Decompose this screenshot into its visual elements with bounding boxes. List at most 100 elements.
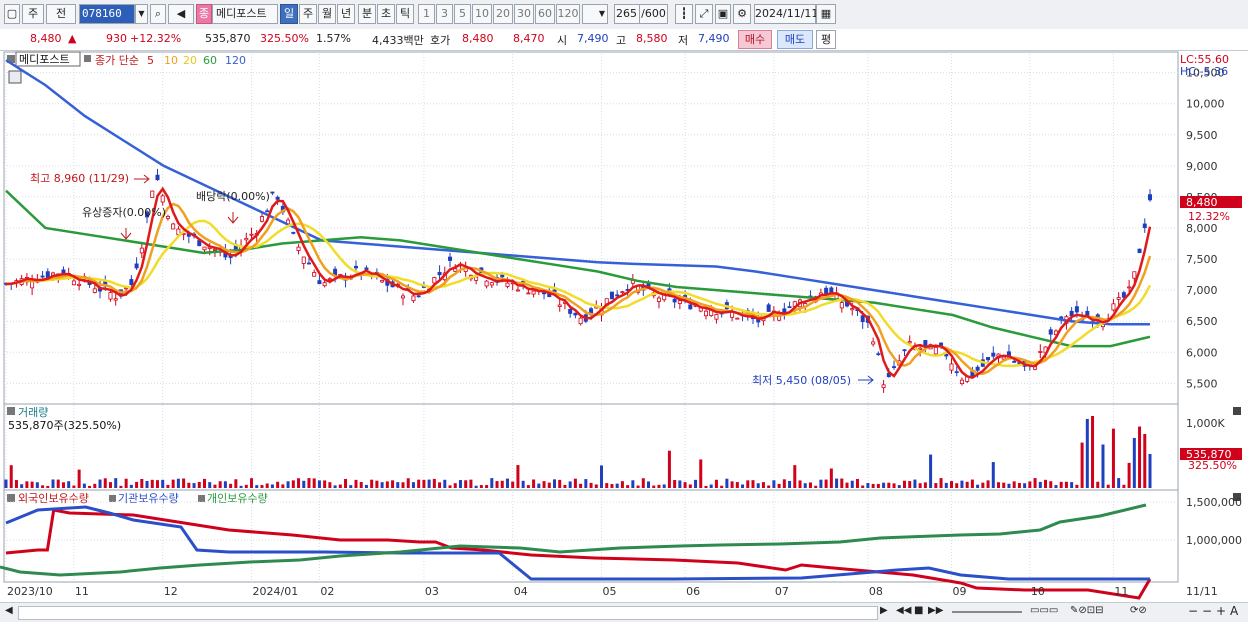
- volume-bar: [244, 484, 248, 488]
- interval-30[interactable]: 30: [514, 4, 534, 24]
- gear-icon[interactable]: ⚙: [733, 4, 751, 24]
- interval-5[interactable]: 5: [454, 4, 471, 24]
- draw-tool-icon[interactable]: ✎⊘⊡⊟: [1070, 605, 1104, 616]
- candle-body: [1038, 351, 1043, 353]
- chart-area: 5,5006,0006,5007,0007,5008,0008,5009,000…: [0, 50, 1248, 602]
- zoom-slider[interactable]: [952, 611, 1022, 613]
- stock-code-input[interactable]: 078160: [79, 4, 135, 24]
- volume-tag-pct: 325.50%: [1188, 459, 1237, 472]
- interval-60[interactable]: 60: [535, 4, 555, 24]
- volume-bar: [840, 478, 844, 488]
- interval-dropdown[interactable]: ▼: [582, 4, 608, 24]
- mode-select-1[interactable]: 주: [22, 4, 44, 24]
- volume-bar: [218, 481, 222, 488]
- period-year[interactable]: 년: [337, 4, 355, 24]
- volume-bar: [876, 483, 880, 488]
- volume-bar: [187, 482, 191, 488]
- candle-body: [134, 263, 139, 269]
- volume-bar: [385, 481, 389, 488]
- volume-bar: [568, 481, 572, 488]
- stop-icon[interactable]: ■: [914, 605, 923, 616]
- period-week[interactable]: 주: [299, 4, 317, 24]
- volume-bar: [1044, 479, 1048, 488]
- quote-bar: 8,480 ▲ 930 +12.32% 535,870 325.50% 1.57…: [0, 29, 1248, 51]
- period-second[interactable]: 초: [377, 4, 395, 24]
- volume-close-icon[interactable]: [1233, 407, 1241, 415]
- candle-body: [437, 272, 442, 276]
- period-day[interactable]: 일: [280, 4, 298, 24]
- volume-panel-icon: [7, 407, 15, 415]
- volume-bar: [41, 485, 45, 488]
- volume-bar: [411, 482, 415, 488]
- average-button[interactable]: 평: [816, 30, 836, 49]
- save-icon[interactable]: ▣: [715, 4, 731, 24]
- volume-bar: [438, 482, 442, 488]
- sell-button[interactable]: 매도: [777, 30, 813, 49]
- candle-body: [212, 248, 217, 251]
- candle-body: [265, 210, 270, 213]
- candle-body: [1111, 303, 1116, 311]
- candle-body: [113, 298, 118, 301]
- calendar-icon[interactable]: ▦: [816, 4, 836, 24]
- interval-1[interactable]: 1: [418, 4, 435, 24]
- zoom-out-icon[interactable]: −: [1188, 604, 1198, 618]
- ma5-legend: 5: [147, 54, 154, 67]
- scroll-left-icon[interactable]: ◀: [5, 605, 13, 616]
- refresh-icon[interactable]: ⟳⊘: [1130, 605, 1147, 616]
- interval-3[interactable]: 3: [436, 4, 453, 24]
- candle-icon[interactable]: ┇: [675, 4, 693, 24]
- interval-10[interactable]: 10: [472, 4, 492, 24]
- volume-bar: [1111, 428, 1115, 488]
- volume-bar: [328, 482, 332, 488]
- speaker-icon[interactable]: ◀: [168, 4, 194, 24]
- font-size-icon[interactable]: A: [1230, 604, 1238, 618]
- volume-bar: [1085, 418, 1089, 488]
- volume-bar: [291, 480, 295, 488]
- candle-body: [129, 279, 134, 285]
- volume-bar: [1038, 481, 1042, 488]
- scroll-track[interactable]: [18, 606, 878, 620]
- volume-bar: [1148, 454, 1152, 488]
- category-badge: 종: [196, 4, 212, 24]
- volume-bar: [594, 484, 598, 488]
- period-minute[interactable]: 분: [358, 4, 376, 24]
- buy-button[interactable]: 매수: [738, 30, 772, 49]
- calendar-icon[interactable]: [8, 70, 22, 84]
- volume-bar: [35, 482, 39, 488]
- volume-bar: [511, 481, 515, 488]
- volume-bar: [391, 480, 395, 488]
- search-icon[interactable]: ⌕: [150, 4, 166, 24]
- volume-bar: [1101, 444, 1105, 488]
- volume-bar: [882, 482, 886, 488]
- count-input[interactable]: 265: [614, 4, 640, 24]
- interval-120[interactable]: 120: [556, 4, 580, 24]
- candle-body: [735, 317, 740, 320]
- volume-bar: [626, 485, 630, 488]
- candle-body: [1116, 297, 1121, 300]
- period-tick[interactable]: 틱: [396, 4, 414, 24]
- candle-body: [850, 308, 855, 311]
- forward-icon[interactable]: ▶▶: [928, 605, 943, 616]
- mode-select-2[interactable]: 전: [46, 4, 76, 24]
- draw-icon[interactable]: ⤢: [695, 4, 713, 24]
- window-icon[interactable]: ▢: [4, 4, 20, 24]
- volume-bar: [474, 485, 478, 488]
- zoom-in-icon[interactable]: +: [1216, 604, 1226, 618]
- volume-bar: [960, 480, 964, 488]
- scroll-bar[interactable]: ◀ ▶ ◀◀ ■ ▶▶ ▭▭▭ ✎⊘⊡⊟ ⟳⊘ − − + A: [0, 602, 1248, 622]
- volume-bar: [223, 481, 227, 488]
- play-icon[interactable]: ▶: [880, 605, 888, 616]
- layout-icon[interactable]: ▭▭▭: [1030, 605, 1058, 616]
- rewind-icon[interactable]: ◀◀: [896, 605, 911, 616]
- price-tick-label: 6,000: [1186, 346, 1218, 359]
- volume-bar: [370, 479, 374, 488]
- time-axis-label: 11: [75, 585, 89, 598]
- volume-bar: [798, 480, 802, 488]
- chart-svg: 5,5006,0006,5007,0007,5008,0008,5009,000…: [0, 51, 1242, 600]
- zoom-reset-icon[interactable]: −: [1202, 604, 1212, 618]
- date-input[interactable]: 2024/11/11: [754, 4, 818, 24]
- period-month[interactable]: 월: [318, 4, 336, 24]
- volume-bar: [239, 485, 243, 488]
- interval-20[interactable]: 20: [493, 4, 513, 24]
- chevron-down-icon[interactable]: ▼: [135, 4, 148, 24]
